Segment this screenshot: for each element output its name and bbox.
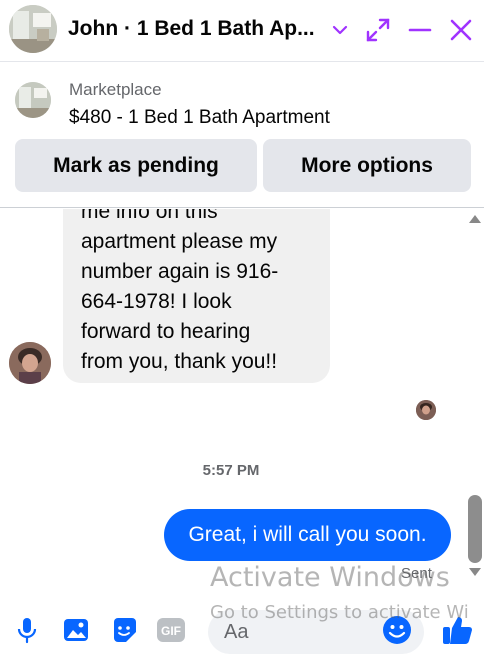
activate-windows-subtext: Go to Settings to activate Wi bbox=[210, 602, 469, 623]
message-line: apartment please my bbox=[81, 230, 278, 253]
message-line: number again is 916- bbox=[81, 260, 279, 283]
message-line: 664-1978! I look bbox=[81, 290, 232, 313]
listing-title[interactable]: $480 - 1 Bed 1 Bath Apartment bbox=[69, 107, 330, 129]
message-line: forward to hearing bbox=[81, 320, 251, 343]
sender-avatar[interactable] bbox=[9, 342, 51, 384]
mark-as-pending-button[interactable]: Mark as pending bbox=[15, 139, 257, 192]
listing-avatar[interactable] bbox=[9, 5, 57, 53]
minimize-icon[interactable] bbox=[406, 16, 434, 44]
expand-icon[interactable] bbox=[364, 16, 392, 44]
scrollbar-thumb[interactable] bbox=[468, 495, 482, 563]
close-icon[interactable] bbox=[447, 16, 475, 44]
scroll-down-arrow-icon[interactable] bbox=[469, 568, 481, 576]
microphone-icon[interactable] bbox=[12, 615, 42, 645]
message-timestamp: 5:57 PM bbox=[202, 462, 260, 479]
chevron-down-icon[interactable] bbox=[326, 16, 354, 44]
incoming-message-bubble[interactable]: me info on this apartment please my numb… bbox=[63, 209, 330, 383]
listing-thumbnail[interactable] bbox=[15, 82, 51, 118]
scrollbar[interactable] bbox=[465, 209, 484, 593]
activate-windows-watermark: Activate Windows bbox=[210, 562, 450, 593]
chat-title[interactable]: John · 1 Bed 1 Bath Ap... bbox=[68, 17, 315, 41]
more-options-button[interactable]: More options bbox=[263, 139, 471, 192]
message-line: from you, thank you!! bbox=[81, 350, 278, 373]
scroll-up-arrow-icon[interactable] bbox=[469, 215, 481, 223]
sticker-icon[interactable] bbox=[109, 615, 139, 645]
chat-header: John · 1 Bed 1 Bath Ap... bbox=[0, 0, 484, 62]
marketplace-panel: Marketplace $480 - 1 Bed 1 Bath Apartmen… bbox=[0, 62, 484, 208]
message-line: me info on this bbox=[81, 209, 218, 223]
message-list: me info on this apartment please my numb… bbox=[0, 209, 484, 593]
svg-text:GIF: GIF bbox=[161, 624, 181, 638]
outgoing-message-bubble[interactable]: Great, i will call you soon. bbox=[164, 509, 451, 561]
gif-icon[interactable]: GIF bbox=[156, 615, 186, 645]
marketplace-label: Marketplace bbox=[69, 80, 162, 99]
photo-icon[interactable] bbox=[61, 615, 91, 645]
seen-indicator-avatar bbox=[416, 400, 436, 420]
